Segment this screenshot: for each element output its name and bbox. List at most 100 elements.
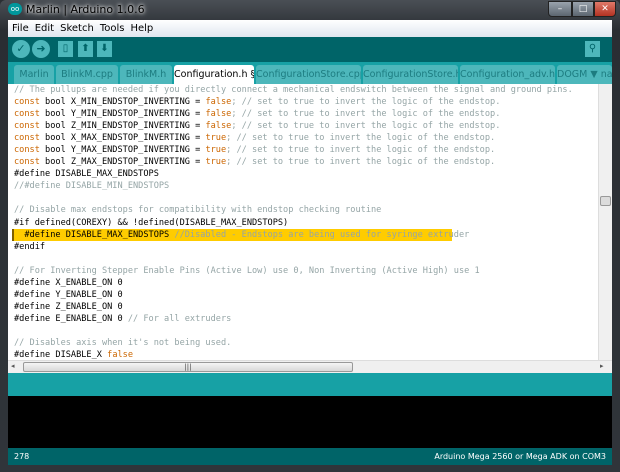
code-keyword: const: [14, 145, 40, 156]
menu-tools[interactable]: Tools: [100, 23, 125, 34]
code-text: bool Y_MIN_ENDSTOP_INVERTING =: [39, 109, 206, 120]
horizontal-scroll-thumb[interactable]: |||: [23, 362, 353, 372]
tab-overflow-menu[interactable]: DOGM ▼ na: [557, 65, 612, 84]
code-comment: ; // set to true to invert the logic of …: [231, 109, 501, 120]
code-keyword: const: [14, 157, 40, 168]
serial-monitor-button[interactable]: ⚲: [585, 41, 600, 57]
code-text: #define DISABLE_MAX_ENDSTOPS: [14, 229, 175, 240]
scroll-left-arrow-icon[interactable]: ◂: [11, 362, 15, 370]
menu-edit[interactable]: Edit: [35, 23, 54, 34]
code-text: #define X_ENABLE_ON 0: [14, 277, 123, 288]
code-keyword: const: [14, 109, 40, 120]
tab-configurationstore-h[interactable]: ConfigurationStore.h: [363, 65, 458, 84]
code-keyword: true: [205, 145, 227, 156]
infinity-icon: oo: [8, 3, 22, 15]
menu-sketch[interactable]: Sketch: [60, 23, 94, 34]
code-comment: ; // set to true to invert the logic of …: [226, 157, 496, 168]
code-line: #if defined(COREXY) && !defined(DISABLE_…: [14, 217, 573, 229]
code-comment: ; // set to true to invert the logic of …: [226, 145, 496, 156]
code-line: #define DISABLE_X false: [14, 349, 573, 360]
code-line: const bool X_MIN_ENDSTOP_INVERTING = fal…: [14, 96, 573, 108]
console-output[interactable]: [8, 396, 612, 448]
code-line: const bool X_MAX_ENDSTOP_INVERTING = tru…: [14, 132, 573, 144]
code-text: #if defined(COREXY) && !defined(DISABLE_…: [14, 217, 289, 228]
code-line: #define DISABLE_MAX_ENDSTOPS: [14, 168, 573, 180]
code-line: const bool Z_MIN_ENDSTOP_INVERTING = fal…: [14, 120, 573, 132]
code-keyword: false: [205, 109, 232, 120]
code-comment: // For all extruders: [127, 313, 232, 324]
verify-button[interactable]: ✓: [12, 40, 30, 58]
code-editor[interactable]: // The pullups are needed if you directl…: [8, 84, 612, 360]
code-keyword: true: [205, 157, 227, 168]
code-text: #define Y_ENABLE_ON 0: [14, 289, 123, 300]
code-comment: // Disable max endstops for compatibilit…: [14, 205, 382, 216]
open-button[interactable]: ⬆: [78, 41, 93, 57]
upload-button[interactable]: ➜: [32, 40, 50, 58]
title-bar: oo Marlin | Arduino 1.0.6 – □ ✕: [0, 0, 620, 19]
code-keyword: const: [14, 121, 40, 132]
code-comment: //#define DISABLE_MIN_ENDSTOPS: [14, 181, 170, 192]
code-keyword: false: [205, 97, 232, 108]
code-line: const bool Z_MAX_ENDSTOP_INVERTING = tru…: [14, 156, 573, 168]
message-area: [8, 373, 612, 396]
code-text: bool Y_MAX_ENDSTOP_INVERTING =: [39, 145, 206, 156]
menu-bar: File Edit Sketch Tools Help: [8, 20, 612, 37]
code-text: #define Z_ENABLE_ON 0: [14, 301, 123, 312]
code-line: #define Y_ENABLE_ON 0: [14, 289, 573, 301]
code-line: // Disables axis when it's not being use…: [14, 337, 573, 349]
tab-blinkm-cpp[interactable]: BlinkM.cpp: [56, 65, 118, 84]
code-comment: // The pullups are needed if you directl…: [14, 85, 573, 95]
code-text: #define DISABLE_MAX_ENDSTOPS: [14, 169, 159, 180]
vertical-scrollbar[interactable]: [598, 84, 612, 360]
line-number: 278: [14, 452, 30, 461]
new-button[interactable]: ▯: [58, 41, 73, 57]
code-line: #define Z_ENABLE_ON 0: [14, 301, 573, 313]
maximize-button[interactable]: □: [572, 1, 594, 17]
tab-configuration-h[interactable]: Configuration.h §: [174, 65, 254, 84]
code-line: #endif: [14, 241, 573, 253]
code-line: const bool Y_MIN_ENDSTOP_INVERTING = fal…: [14, 108, 573, 120]
code-text: #define E_ENABLE_ON 0: [14, 313, 128, 324]
code-comment: // For Inverting Stepper Enable Pins (Ac…: [14, 265, 480, 276]
save-button[interactable]: ⬇: [97, 41, 112, 57]
code-line: // Disable max endstops for compatibilit…: [14, 204, 573, 216]
toolbar: ✓ ➜ ▯ ⬆ ⬇ ⚲: [8, 37, 612, 62]
tab-bar: Marlin BlinkM.cpp BlinkM.h Configuration…: [8, 62, 612, 84]
code-keyword: true: [205, 133, 227, 144]
tab-blinkm-h[interactable]: BlinkM.h: [120, 65, 172, 84]
code-text: bool X_MIN_ENDSTOP_INVERTING =: [39, 97, 206, 108]
code-comment: ; // set to true to invert the logic of …: [231, 97, 501, 108]
code-content: // The pullups are needed if you directl…: [12, 84, 573, 360]
tab-marlin[interactable]: Marlin: [14, 65, 54, 84]
code-keyword: false: [107, 350, 134, 360]
code-line: // The pullups are needed if you directl…: [14, 84, 573, 96]
code-line: // For Inverting Stepper Enable Pins (Ac…: [14, 265, 573, 277]
code-text: #define DISABLE_X: [14, 350, 108, 360]
tab-configuration-adv-h[interactable]: Configuration_adv.h: [460, 65, 555, 84]
code-comment: ; // set to true to invert the logic of …: [231, 121, 501, 132]
highlighted-code-line: #define DISABLE_MAX_ENDSTOPS //Disabled …: [12, 228, 469, 241]
code-text: bool Z_MAX_ENDSTOP_INVERTING =: [39, 157, 206, 168]
vertical-scroll-thumb[interactable]: [600, 196, 611, 206]
menu-file[interactable]: File: [12, 23, 29, 34]
tab-configurationstore-cpp[interactable]: ConfigurationStore.cpp: [256, 65, 361, 84]
status-bar: 278 Arduino Mega 2560 or Mega ADK on COM…: [8, 448, 612, 465]
code-keyword: const: [14, 133, 40, 144]
board-info: Arduino Mega 2560 or Mega ADK on COM3: [434, 452, 606, 461]
close-button[interactable]: ✕: [594, 1, 616, 17]
code-line: #define E_ENABLE_ON 0 // For all extrude…: [14, 313, 573, 325]
code-keyword: false: [205, 121, 232, 132]
code-line: #define X_ENABLE_ON 0: [14, 277, 573, 289]
arduino-window: oo Marlin | Arduino 1.0.6 – □ ✕ File Edit…: [0, 0, 620, 472]
minimize-button[interactable]: –: [548, 1, 572, 17]
menu-help[interactable]: Help: [130, 23, 153, 34]
code-line: //#define DISABLE_MIN_ENDSTOPS: [14, 180, 573, 192]
code-comment: // Disables axis when it's not being use…: [14, 337, 232, 348]
code-comment: //Disabled - Endstops are being used for…: [174, 229, 470, 240]
code-line: const bool Y_MAX_ENDSTOP_INVERTING = tru…: [14, 144, 573, 156]
horizontal-scrollbar[interactable]: ◂ ||| ▸: [8, 360, 612, 373]
scroll-right-arrow-icon[interactable]: ▸: [600, 362, 604, 370]
